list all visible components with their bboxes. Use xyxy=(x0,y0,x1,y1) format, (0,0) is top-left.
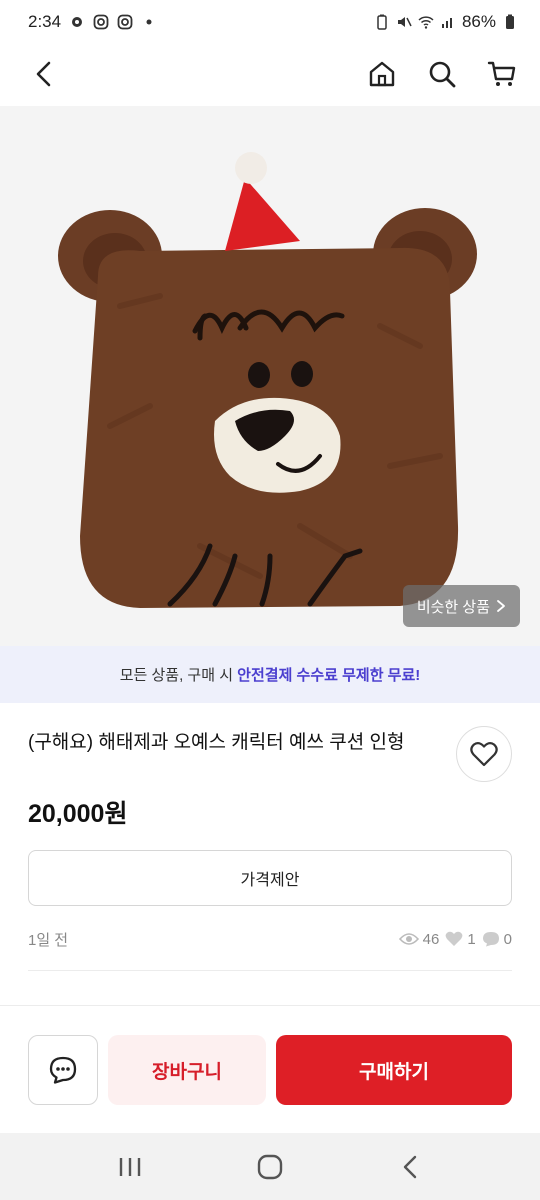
search-icon xyxy=(429,61,456,88)
product-image[interactable]: 비슷한 상품 xyxy=(0,106,540,646)
promo-text: 모든 상품, 구매 시 xyxy=(119,667,238,684)
similar-products-button[interactable]: 비슷한 상품 xyxy=(402,585,520,627)
price-offer-button[interactable]: 가격제안 xyxy=(28,850,512,906)
home-icon xyxy=(369,61,395,87)
heart-small-icon xyxy=(445,931,463,946)
meta-row: 1일 전 46 1 0 xyxy=(28,926,512,952)
bear-cushion-image xyxy=(0,106,540,646)
chats-stat: 0 xyxy=(482,931,512,948)
divider xyxy=(28,970,512,971)
battery-saver-icon xyxy=(377,14,387,30)
top-nav xyxy=(0,44,540,104)
product-price: 20,000원 xyxy=(28,800,128,828)
status-bar: 2:34 86% xyxy=(0,0,540,44)
signal-icon xyxy=(441,18,452,28)
search-button[interactable] xyxy=(426,58,458,90)
android-nav-bar xyxy=(0,1133,540,1200)
home-circle-icon xyxy=(257,1154,283,1179)
home-button[interactable] xyxy=(366,58,398,90)
chats-count: 0 xyxy=(503,930,512,948)
mute-icon xyxy=(397,17,412,27)
promo-banner[interactable]: 모든 상품, 구매 시 안전결제 수수료 무제한 무료! xyxy=(0,646,540,703)
battery-icon xyxy=(506,14,514,29)
chat-bubble-icon xyxy=(482,932,499,947)
cart-button[interactable] xyxy=(486,58,518,90)
recents-button[interactable] xyxy=(106,1143,154,1191)
product-title: (구해요) 해태제과 오예스 캐릭터 예쓰 쿠션 인형 xyxy=(28,732,405,753)
similar-products-label: 비슷한 상품 xyxy=(416,598,490,616)
instagram-icon xyxy=(117,14,133,30)
posted-time: 1일 전 xyxy=(28,931,69,949)
eye-icon xyxy=(398,933,419,945)
chat-button[interactable] xyxy=(28,1035,98,1105)
system-home-button[interactable] xyxy=(246,1143,294,1191)
cart-icon xyxy=(487,61,516,86)
battery-percent: 86% xyxy=(461,12,496,31)
promo-highlight: 안전결제 수수료 무제한 무료! xyxy=(237,667,421,684)
likes-stat: 1 xyxy=(445,930,476,948)
buy-button[interactable]: 구매하기 xyxy=(276,1035,512,1105)
chat-icon xyxy=(49,1056,77,1084)
likes-count: 1 xyxy=(467,930,476,948)
back-button[interactable] xyxy=(28,58,60,90)
like-button[interactable] xyxy=(456,726,512,782)
bottom-action-bar: 장바구니 구매하기 xyxy=(0,1005,540,1133)
views-stat: 46 xyxy=(398,930,440,948)
chevron-right-icon xyxy=(497,600,505,612)
heart-icon xyxy=(470,742,498,767)
recents-icon xyxy=(119,1157,141,1176)
add-to-cart-label: 장바구니 xyxy=(152,1061,222,1083)
gear-icon xyxy=(72,17,83,27)
system-back-button[interactable] xyxy=(386,1143,434,1191)
chevron-left-icon xyxy=(36,61,51,87)
wifi-icon xyxy=(418,16,434,29)
dot-icon xyxy=(146,19,152,25)
buy-label: 구매하기 xyxy=(359,1061,429,1083)
status-time: 2:34 xyxy=(28,12,62,31)
price-offer-label: 가격제안 xyxy=(240,872,300,889)
back-icon xyxy=(403,1155,417,1178)
views-count: 46 xyxy=(422,930,440,948)
stats: 46 1 0 xyxy=(398,930,512,948)
instagram-icon xyxy=(93,14,109,30)
add-to-cart-button[interactable]: 장바구니 xyxy=(108,1035,266,1105)
